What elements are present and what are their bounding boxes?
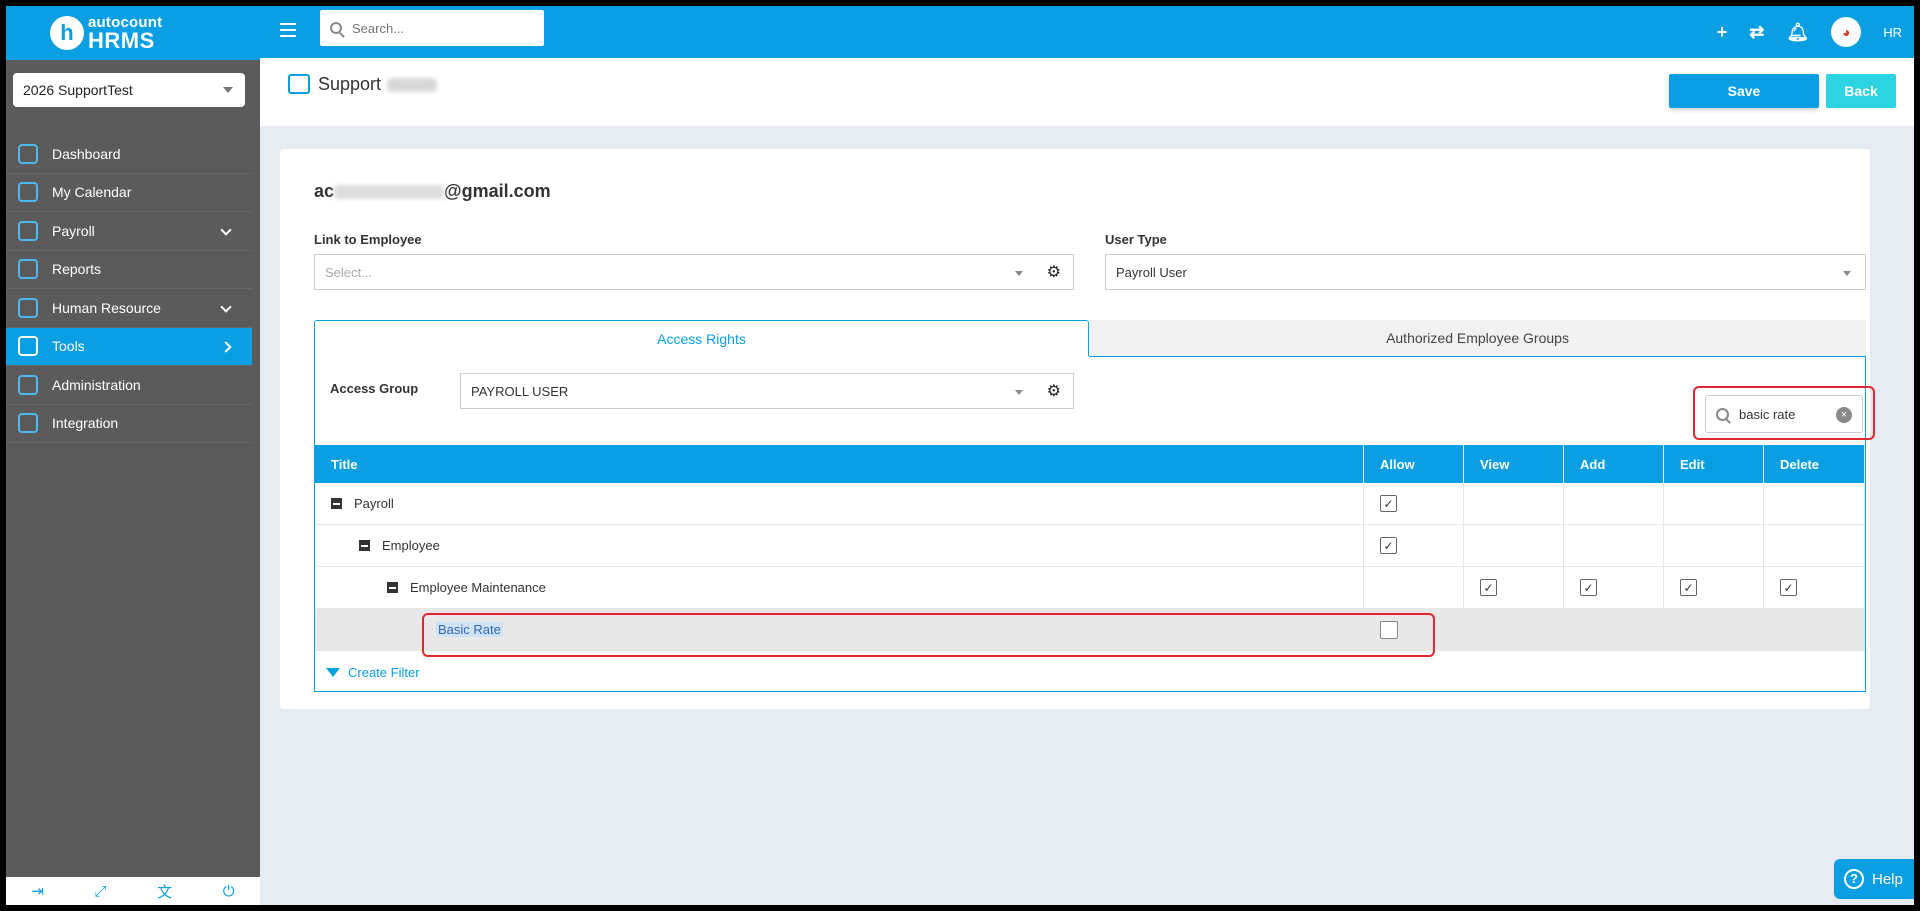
chevron-right-icon bbox=[220, 340, 232, 353]
user-email: ac @gmail.com bbox=[314, 181, 551, 201]
sidebar-item-label: Payroll bbox=[52, 222, 95, 239]
sidebar-item-human-resource[interactable]: Human Resource bbox=[6, 289, 252, 328]
link-employee-select[interactable]: Select... ⚙ bbox=[314, 254, 1074, 290]
avatar[interactable]: ◕ bbox=[1831, 17, 1862, 47]
sidebar-item-administration[interactable]: Administration bbox=[6, 366, 252, 405]
sidebar-item-label: Tools bbox=[52, 338, 85, 355]
caret-down-icon bbox=[1015, 390, 1023, 395]
tools-icon bbox=[18, 336, 38, 357]
page-header: Support Save Back bbox=[260, 58, 1914, 126]
tab-authorized-employee-groups[interactable]: Authorized Employee Groups bbox=[1089, 320, 1866, 356]
sidebar-item-dashboard[interactable]: Dashboard bbox=[6, 135, 252, 174]
sidebar-item-label: Dashboard bbox=[52, 145, 121, 162]
help-icon: ? bbox=[1844, 869, 1864, 889]
user-type-select[interactable]: Payroll User bbox=[1105, 254, 1866, 290]
dashboard-icon bbox=[18, 143, 38, 164]
payroll-icon bbox=[18, 220, 38, 241]
caret-down-icon bbox=[1843, 271, 1851, 276]
table-row[interactable]: Payroll ✓ bbox=[315, 483, 1865, 525]
integration-icon bbox=[18, 413, 38, 434]
redacted-email bbox=[334, 185, 445, 200]
company-select[interactable]: 2026 SupportTest bbox=[13, 73, 245, 107]
create-filter-link[interactable]: Create Filter bbox=[326, 665, 420, 680]
tab-access-rights[interactable]: Access Rights bbox=[314, 320, 1089, 356]
power-icon[interactable]: ⏻ bbox=[223, 883, 235, 900]
logout-icon[interactable]: ⇥ bbox=[31, 882, 44, 900]
table-row[interactable]: Employee Maintenance ✓ ✓ ✓ ✓ bbox=[315, 567, 1865, 609]
edit-checkbox[interactable]: ✓ bbox=[1680, 579, 1697, 596]
administration-icon bbox=[18, 374, 38, 395]
allow-checkbox[interactable]: ✓ bbox=[1380, 495, 1397, 512]
company-select-value: 2026 SupportTest bbox=[23, 82, 133, 98]
delete-checkbox[interactable]: ✓ bbox=[1780, 579, 1797, 596]
logo-line2: HRMS bbox=[88, 27, 155, 53]
collapse-icon[interactable] bbox=[331, 498, 342, 509]
add-checkbox[interactable]: ✓ bbox=[1580, 579, 1597, 596]
user-settings-icon bbox=[288, 74, 310, 94]
sidebar-item-label: Reports bbox=[52, 261, 102, 278]
bell-icon[interactable]: 🔔︎ bbox=[1786, 22, 1809, 43]
sidebar: h autocount HRMS 2026 SupportTest Dashbo… bbox=[6, 6, 260, 905]
calendar-icon bbox=[18, 182, 38, 203]
annotation-highlight-row bbox=[422, 613, 1435, 657]
caret-down-icon bbox=[223, 87, 233, 93]
page-title: Support bbox=[318, 74, 438, 95]
table-row[interactable]: Employee ✓ bbox=[315, 525, 1865, 567]
sidebar-footer: ⇥ ⤢ 文 ⏻ bbox=[6, 877, 260, 905]
caret-down-icon bbox=[1015, 271, 1023, 276]
sidebar-item-my-calendar[interactable]: My Calendar bbox=[6, 174, 252, 212]
sidebar-item-payroll[interactable]: Payroll bbox=[6, 212, 252, 251]
sidebar-item-integration[interactable]: Integration bbox=[6, 405, 252, 443]
sidebar-item-tools[interactable]: Tools bbox=[6, 327, 252, 366]
sidebar-nav: Dashboard My Calendar Payroll Reports Hu… bbox=[6, 135, 252, 443]
chevron-down-icon bbox=[220, 301, 232, 313]
back-button[interactable]: Back bbox=[1826, 74, 1896, 108]
menu-icon[interactable] bbox=[280, 23, 296, 37]
user-form-card: ac @gmail.com Link to Employee Select... … bbox=[280, 149, 1875, 709]
top-bar: + ⇄ 🔔︎ ◕ HR bbox=[260, 6, 1914, 58]
save-button[interactable]: Save bbox=[1669, 74, 1819, 108]
column-header-delete[interactable]: Delete bbox=[1764, 445, 1865, 483]
collapse-icon[interactable] bbox=[359, 540, 370, 551]
chevron-down-icon bbox=[220, 224, 232, 236]
global-search[interactable] bbox=[320, 10, 544, 46]
user-type-label: User Type bbox=[1105, 232, 1167, 247]
switch-icon[interactable]: ⇄ bbox=[1749, 22, 1764, 43]
brand-logo[interactable]: h autocount HRMS bbox=[6, 6, 260, 60]
column-header-allow[interactable]: Allow bbox=[1364, 445, 1464, 483]
human-resource-icon bbox=[18, 297, 38, 318]
help-button[interactable]: ? Help bbox=[1834, 859, 1914, 899]
access-group-label: Access Group bbox=[330, 381, 419, 396]
allow-checkbox[interactable]: ✓ bbox=[1380, 537, 1397, 554]
column-header-title[interactable]: Title bbox=[315, 445, 1364, 483]
plus-icon[interactable]: + bbox=[1717, 22, 1728, 43]
reports-icon bbox=[18, 259, 38, 280]
search-icon bbox=[330, 22, 342, 34]
sidebar-item-label: My Calendar bbox=[52, 184, 132, 201]
column-header-add[interactable]: Add bbox=[1564, 445, 1664, 483]
collapse-icon[interactable] bbox=[387, 582, 398, 593]
gear-icon[interactable]: ⚙ bbox=[1047, 262, 1061, 282]
grid-header: Title Allow View Add Edit Delete bbox=[315, 445, 1865, 483]
sidebar-item-label: Administration bbox=[52, 376, 141, 393]
access-group-select[interactable]: PAYROLL USER ⚙ bbox=[460, 373, 1074, 409]
column-header-view[interactable]: View bbox=[1464, 445, 1564, 483]
filter-icon bbox=[326, 668, 340, 677]
column-header-edit[interactable]: Edit bbox=[1664, 445, 1764, 483]
user-menu[interactable]: HR bbox=[1883, 25, 1902, 40]
sidebar-item-label: Human Resource bbox=[52, 299, 161, 316]
sidebar-item-reports[interactable]: Reports bbox=[6, 251, 252, 289]
app-frame: h autocount HRMS 2026 SupportTest Dashbo… bbox=[6, 6, 1914, 905]
logo-badge: h bbox=[50, 16, 84, 50]
redacted-name bbox=[387, 78, 438, 93]
search-input[interactable] bbox=[352, 20, 522, 36]
language-icon[interactable]: 文 bbox=[157, 881, 172, 902]
sidebar-item-label: Integration bbox=[52, 415, 119, 432]
annotation-highlight-filter bbox=[1693, 386, 1875, 440]
fullscreen-icon[interactable]: ⤢ bbox=[95, 883, 107, 900]
view-checkbox[interactable]: ✓ bbox=[1480, 579, 1497, 596]
link-employee-label: Link to Employee bbox=[314, 232, 422, 247]
gear-icon[interactable]: ⚙ bbox=[1047, 381, 1061, 401]
